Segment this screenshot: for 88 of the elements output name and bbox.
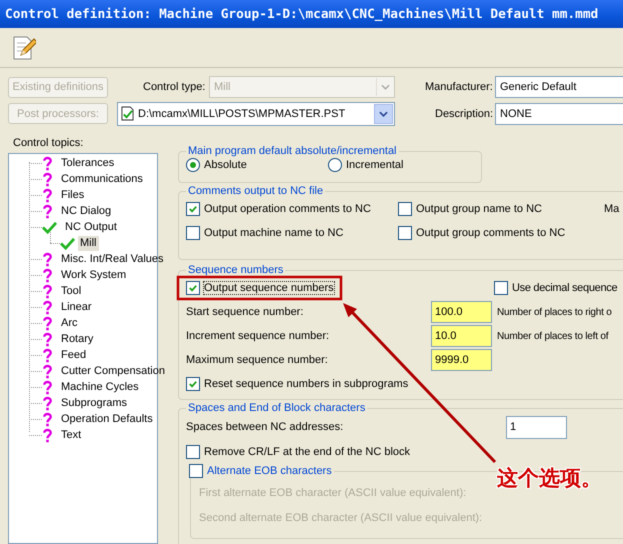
description-field[interactable]: NONE bbox=[495, 102, 623, 124]
tree-item[interactable]: Feed bbox=[59, 348, 88, 362]
tree-item[interactable]: NC Dialog bbox=[59, 204, 114, 218]
tree-item[interactable]: Tool bbox=[59, 284, 84, 298]
question-mark-icon bbox=[42, 268, 53, 282]
question-mark-icon bbox=[42, 284, 53, 298]
question-mark-icon bbox=[42, 252, 53, 266]
tree-item[interactable]: Linear bbox=[59, 300, 94, 314]
radio-label: Incremental bbox=[346, 159, 404, 171]
tree-item[interactable]: Machine Cycles bbox=[59, 380, 141, 394]
checkbox[interactable] bbox=[186, 226, 200, 240]
tree-item[interactable]: Cutter Compensation bbox=[59, 364, 167, 378]
checkbox-label: Use decimal sequence bbox=[512, 282, 618, 294]
question-mark-icon bbox=[42, 188, 53, 202]
field-label: Increment sequence number: bbox=[186, 330, 330, 342]
tree-item[interactable]: Subprograms bbox=[59, 396, 130, 410]
tree-item[interactable]: Files bbox=[59, 188, 86, 202]
question-mark-icon bbox=[42, 428, 53, 442]
tree-item[interactable]: Text bbox=[59, 428, 84, 442]
question-mark-icon bbox=[42, 348, 53, 362]
question-mark-icon bbox=[42, 300, 53, 314]
checkbox[interactable] bbox=[186, 202, 200, 216]
tree-item[interactable]: Mill bbox=[78, 236, 98, 250]
tree-item[interactable]: Tolerances bbox=[59, 156, 116, 170]
option-label: Ma bbox=[604, 203, 620, 215]
window-title: Control definition: Machine Group-1-D:\mcamx\CNC_Machines\Mill Default mm.mmd bbox=[5, 6, 598, 22]
group-title: Alternate EOB characters bbox=[207, 465, 332, 477]
note-pencil-icon[interactable] bbox=[12, 34, 36, 60]
sequence-input[interactable]: 9999.0 bbox=[431, 349, 492, 371]
question-mark-icon bbox=[42, 396, 53, 410]
checkbox-label: Output group name to NC bbox=[416, 203, 542, 215]
checkbox[interactable] bbox=[186, 445, 200, 459]
radio-button[interactable] bbox=[328, 158, 342, 172]
checkbox[interactable] bbox=[494, 281, 508, 295]
checkbox-label: Output machine name to NC bbox=[204, 227, 344, 239]
tree-item[interactable]: Rotary bbox=[59, 332, 96, 346]
description-label: Description: bbox=[435, 108, 494, 120]
field-label: First alternate EOB character (ASCII value equivalent): bbox=[199, 486, 466, 498]
tree-item[interactable]: Arc bbox=[59, 316, 80, 330]
checkbox[interactable] bbox=[398, 226, 412, 240]
group-title: Comments output to NC file bbox=[187, 185, 324, 197]
field-label: Spaces between NC addresses: bbox=[186, 421, 344, 433]
checkbox-label: Output operation comments to NC bbox=[204, 203, 371, 215]
question-mark-icon bbox=[42, 172, 53, 186]
sequence-input[interactable]: 100.0 bbox=[431, 301, 492, 323]
question-mark-icon bbox=[42, 364, 53, 378]
group-title: Main program default absolute/incremental bbox=[187, 145, 398, 157]
group-title: Sequence numbers bbox=[187, 264, 284, 276]
question-mark-icon bbox=[42, 204, 53, 218]
group-title: Spaces and End of Block characters bbox=[187, 402, 366, 414]
checked-file-icon bbox=[121, 106, 134, 121]
question-mark-icon bbox=[42, 316, 53, 330]
post-file-dropdown[interactable]: D:\mcamx\MILL\POSTS\MPMASTER.PST bbox=[117, 102, 395, 126]
field-label: Maximum sequence number: bbox=[186, 354, 328, 366]
checkbox[interactable] bbox=[186, 377, 200, 391]
tree-item[interactable]: Operation Defaults bbox=[59, 412, 155, 426]
sequence-input[interactable]: 10.0 bbox=[431, 325, 492, 347]
field-label: Start sequence number: bbox=[186, 306, 304, 318]
question-mark-icon bbox=[42, 412, 53, 426]
radio-button[interactable] bbox=[186, 158, 200, 172]
checkbox[interactable] bbox=[186, 281, 200, 295]
manufacturer-field[interactable]: Generic Default bbox=[495, 76, 623, 98]
control-topics-label: Control topics: bbox=[13, 137, 84, 149]
check-icon bbox=[42, 220, 57, 234]
checkbox-label: Output group comments to NC bbox=[416, 227, 566, 239]
spaces-input[interactable]: 1 bbox=[506, 416, 567, 438]
field-label: Number of places to right o bbox=[497, 306, 612, 318]
checkbox-label: Remove CR/LF at the end of the NC block bbox=[204, 446, 410, 458]
checkbox[interactable] bbox=[189, 464, 203, 478]
question-mark-icon bbox=[42, 380, 53, 394]
tree-item[interactable]: NC Output bbox=[63, 220, 119, 234]
control-type-label: Control type: bbox=[143, 81, 206, 93]
question-mark-icon bbox=[42, 156, 53, 170]
question-mark-icon bbox=[42, 332, 53, 346]
caret-icon bbox=[381, 84, 390, 90]
check-icon bbox=[60, 236, 75, 250]
manufacturer-label: Manufacturer: bbox=[425, 81, 494, 93]
radio-label: Absolute bbox=[204, 159, 247, 171]
field-label: Number of places to left of bbox=[497, 330, 608, 342]
caret-icon bbox=[379, 110, 388, 116]
tree-item[interactable]: Misc. Int/Real Values bbox=[59, 252, 166, 266]
tree-item[interactable]: Work System bbox=[59, 268, 128, 282]
tree-item[interactable]: Communications bbox=[59, 172, 145, 186]
checkbox[interactable] bbox=[398, 202, 412, 216]
field-label: Second alternate EOB character (ASCII value equivalent): bbox=[199, 512, 482, 524]
checkbox-label: Reset sequence numbers in subprograms bbox=[204, 378, 408, 390]
annotation-text: 这个选项。 bbox=[497, 466, 602, 492]
checkbox-label: Output sequence numbers bbox=[204, 282, 334, 294]
